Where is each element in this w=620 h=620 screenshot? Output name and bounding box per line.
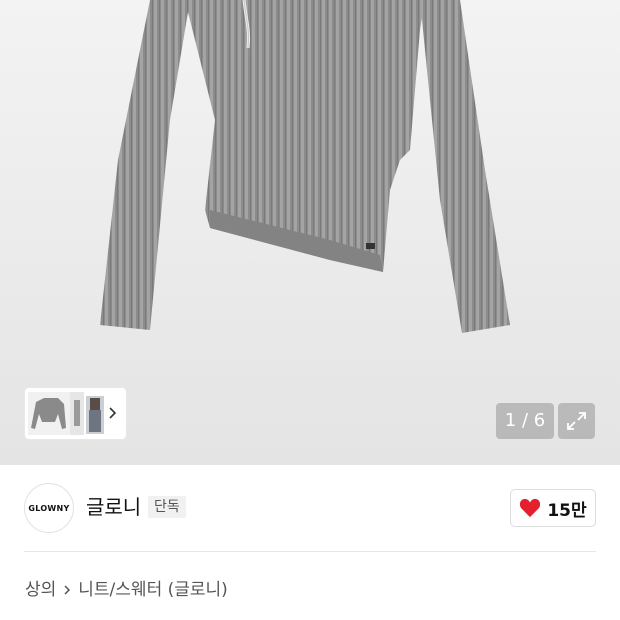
- heart-icon: [520, 498, 541, 518]
- breadcrumb-item-category[interactable]: 상의: [25, 579, 56, 601]
- image-counter: 1 / 6: [496, 403, 554, 439]
- like-count: 15만: [547, 500, 587, 521]
- expand-button[interactable]: [558, 403, 595, 439]
- chevron-right-icon[interactable]: [108, 403, 118, 423]
- breadcrumb: 상의 니트/스웨터 (글로니): [25, 579, 228, 601]
- brand-logo[interactable]: GLOWNY: [24, 483, 74, 533]
- chevron-right-icon: [64, 585, 71, 595]
- brand-logo-text: GLOWNY: [28, 503, 70, 513]
- exclusive-badge: 단독: [148, 496, 186, 518]
- like-button[interactable]: 15만: [510, 489, 596, 527]
- expand-arrows-icon: [567, 412, 586, 430]
- divider: [24, 551, 596, 552]
- brand-name[interactable]: 글로니: [86, 494, 141, 520]
- thumbnail-strip[interactable]: [25, 388, 126, 439]
- product-image-gallery[interactable]: 1 / 6: [0, 0, 620, 465]
- brand-row: GLOWNY 글로니 단독 15만: [0, 470, 620, 550]
- breadcrumb-item-subcategory[interactable]: 니트/스웨터 (글로니): [78, 579, 228, 601]
